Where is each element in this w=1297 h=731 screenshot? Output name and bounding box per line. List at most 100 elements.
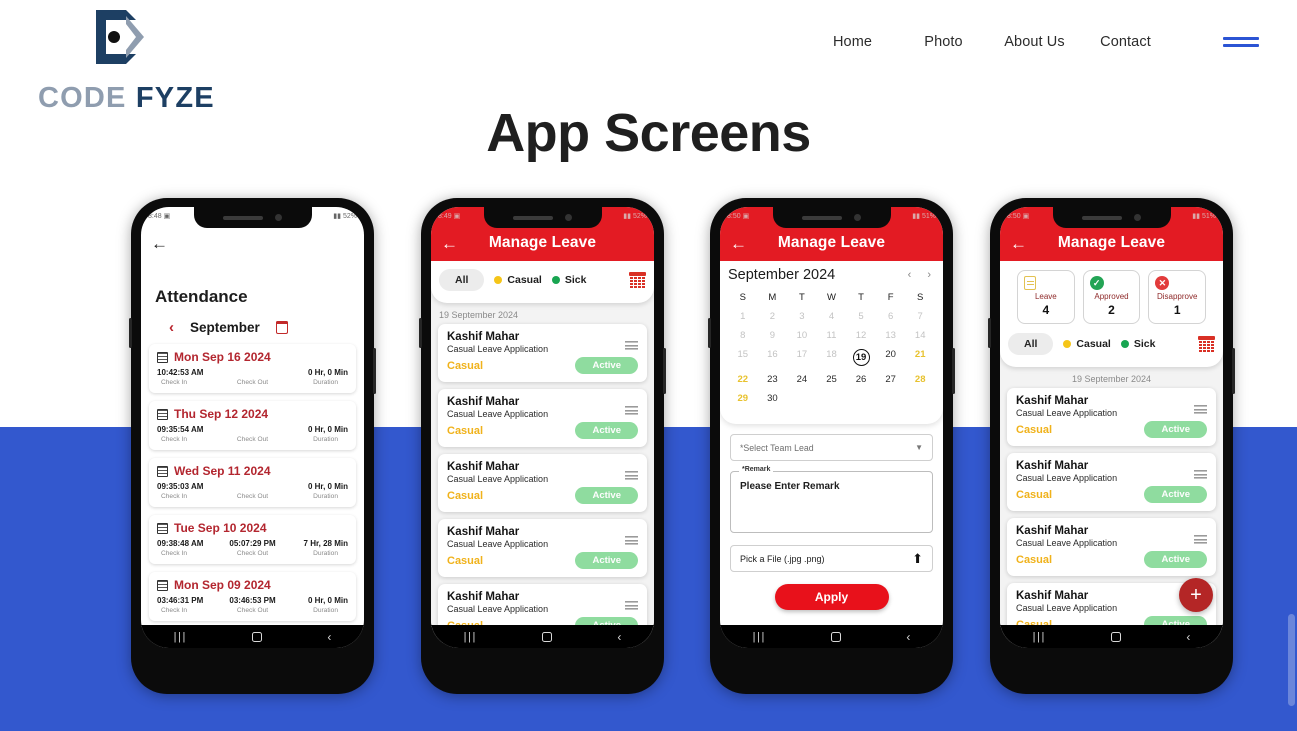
chevron-right-icon[interactable]: › bbox=[927, 269, 931, 281]
home-button[interactable] bbox=[831, 631, 842, 642]
attendance-card[interactable]: Wed Sep 11 2024 09:35:03 AM 0 Hr, 0 Min Che… bbox=[149, 458, 356, 507]
back-button[interactable]: ‹ bbox=[327, 630, 331, 644]
filter-chip-all[interactable]: All bbox=[439, 269, 485, 291]
calendar-day: 6 bbox=[887, 311, 894, 322]
menu-icon[interactable] bbox=[625, 536, 638, 545]
stat-card-approved-value: 2 bbox=[1108, 303, 1115, 317]
calendar-icon[interactable] bbox=[275, 321, 288, 334]
nav-link-about-us[interactable]: About Us bbox=[989, 34, 1080, 50]
menu-icon[interactable] bbox=[625, 601, 638, 610]
leave-card[interactable]: Kashif MaharCasual Leave Application Casu… bbox=[1007, 518, 1216, 576]
checkout-label: Check Out bbox=[236, 379, 269, 386]
leave-card[interactable]: Kashif MaharCasual Leave Application Casu… bbox=[1007, 453, 1216, 511]
file-picker[interactable]: Pick a File (.jpg .png) ⬆ bbox=[730, 545, 933, 572]
menu-icon[interactable] bbox=[625, 406, 638, 415]
team-lead-select[interactable]: *Select Team Lead ▼ bbox=[730, 434, 933, 461]
home-button[interactable] bbox=[542, 631, 553, 642]
status-battery: 52% bbox=[632, 212, 647, 220]
calendar-day[interactable]: 23 bbox=[758, 370, 788, 389]
attendance-card[interactable]: Tue Sep 10 2024 09:38:48 AM 05:07:29 PM 7 H… bbox=[149, 515, 356, 564]
calendar-icon[interactable] bbox=[1198, 336, 1215, 352]
calendar-day[interactable]: 21 bbox=[905, 345, 935, 370]
leave-card[interactable]: Kashif MaharCasual Leave Application Casu… bbox=[438, 324, 647, 382]
app-bar: ← Manage Leave bbox=[431, 225, 654, 261]
calendar-day[interactable]: 29 bbox=[728, 389, 758, 408]
calendar-day[interactable]: 22 bbox=[728, 370, 758, 389]
calendar-month-label: September 2024 bbox=[728, 267, 836, 283]
hamburger-menu-icon[interactable] bbox=[1223, 37, 1259, 47]
nav-link-contact[interactable]: Contact bbox=[1080, 34, 1171, 50]
filter-chip-sick-label: Sick bbox=[1133, 338, 1156, 350]
leave-card-name: Kashif Mahar bbox=[1016, 460, 1089, 472]
month-label: September bbox=[190, 320, 260, 335]
recents-button[interactable]: ||| bbox=[174, 631, 187, 643]
filter-chip-casual[interactable]: Casual bbox=[494, 274, 542, 286]
checkin-value: 09:38:48 AM bbox=[157, 539, 204, 548]
menu-icon[interactable] bbox=[1194, 470, 1207, 479]
calendar-day[interactable]: 24 bbox=[787, 370, 817, 389]
calendar-day[interactable]: 27 bbox=[876, 370, 906, 389]
calendar-day[interactable]: 30 bbox=[758, 389, 788, 408]
remark-field[interactable]: *Remark Please Enter Remark bbox=[730, 466, 933, 533]
calendar-icon[interactable] bbox=[629, 272, 646, 288]
apply-button[interactable]: Apply bbox=[774, 584, 889, 610]
attendance-body: Attendance ‹ September Mon Sep 16 2024 10… bbox=[141, 261, 364, 643]
filter-chip-sick[interactable]: Sick bbox=[1120, 338, 1156, 350]
back-button[interactable]: ‹ bbox=[906, 630, 910, 644]
recents-button[interactable]: ||| bbox=[753, 631, 766, 643]
attendance-card[interactable]: Mon Sep 09 2024 03:46:31 PM 03:46:53 PM 0 H… bbox=[149, 572, 356, 621]
upload-icon: ⬆ bbox=[912, 550, 923, 566]
back-arrow-icon[interactable]: ← bbox=[151, 235, 171, 252]
checkin-value: 09:35:03 AM bbox=[157, 482, 204, 491]
menu-icon[interactable] bbox=[625, 341, 638, 350]
calendar-day[interactable]: 26 bbox=[846, 370, 876, 389]
add-icon[interactable]: + bbox=[1179, 578, 1213, 612]
back-arrow-icon[interactable]: ← bbox=[441, 235, 461, 252]
calendar-day-selected[interactable]: 19 bbox=[846, 345, 876, 370]
leave-card-subtitle: Casual Leave Application bbox=[1016, 473, 1118, 483]
leave-card-type: Casual bbox=[1016, 553, 1053, 566]
app-bar: ← Manage Leave bbox=[720, 225, 943, 261]
calendar-day: 11 bbox=[826, 330, 837, 341]
home-button[interactable] bbox=[1111, 631, 1122, 642]
calendar-day[interactable]: 20 bbox=[876, 345, 906, 370]
nav-link-home[interactable]: Home bbox=[807, 34, 898, 50]
page-scrollbar[interactable] bbox=[1288, 614, 1295, 706]
leave-card[interactable]: Kashif MaharCasual Leave Application Casu… bbox=[1007, 388, 1216, 446]
recents-button[interactable]: ||| bbox=[1033, 631, 1046, 643]
earpiece-speaker bbox=[223, 215, 263, 220]
duration-label: Duration bbox=[313, 436, 338, 443]
back-button[interactable]: ‹ bbox=[1186, 630, 1190, 644]
menu-icon[interactable] bbox=[625, 471, 638, 480]
chevron-left-icon[interactable]: ‹ bbox=[908, 269, 912, 281]
filter-chip-sick[interactable]: Sick bbox=[551, 274, 586, 286]
attendance-labels: Check In Check Out Duration bbox=[157, 607, 348, 614]
attendance-date-label: Tue Sep 10 2024 bbox=[174, 521, 267, 535]
menu-icon[interactable] bbox=[1194, 405, 1207, 414]
codefyze-logo-icon bbox=[92, 8, 148, 66]
filter-chip-casual-label: Casual bbox=[507, 274, 542, 286]
attendance-card[interactable]: Thu Sep 12 2024 09:35:54 AM 0 Hr, 0 Min Che… bbox=[149, 401, 356, 450]
brand-logo[interactable]: CODE FYZE bbox=[20, 8, 250, 115]
menu-icon[interactable] bbox=[1194, 535, 1207, 544]
stat-card-disapprove[interactable]: ✕ Disapprove 1 bbox=[1148, 270, 1207, 324]
chevron-left-icon[interactable]: ‹ bbox=[169, 319, 174, 336]
leave-card[interactable]: Kashif MaharCasual Leave Application Casu… bbox=[438, 389, 647, 447]
attendance-card[interactable]: Mon Sep 16 2024 10:42:53 AM 0 Hr, 0 Min Che… bbox=[149, 344, 356, 393]
home-button[interactable] bbox=[252, 631, 263, 642]
filter-chip-all[interactable]: All bbox=[1008, 333, 1054, 355]
back-arrow-icon[interactable]: ← bbox=[730, 235, 750, 252]
leave-card[interactable]: Kashif MaharCasual Leave Application Casu… bbox=[438, 519, 647, 577]
back-arrow-icon[interactable]: ← bbox=[1010, 235, 1030, 252]
status-battery: 51% bbox=[921, 212, 936, 220]
recents-button[interactable]: ||| bbox=[464, 631, 477, 643]
filter-chip-casual[interactable]: Casual bbox=[1063, 338, 1111, 350]
calendar-day[interactable]: 28 bbox=[905, 370, 935, 389]
leave-card[interactable]: Kashif MaharCasual Leave Application Casu… bbox=[438, 454, 647, 512]
nav-link-photo[interactable]: Photo bbox=[898, 34, 989, 50]
stat-card-leave[interactable]: Leave 4 bbox=[1017, 270, 1075, 324]
back-button[interactable]: ‹ bbox=[617, 630, 621, 644]
calendar-day[interactable]: 25 bbox=[817, 370, 847, 389]
stat-card-approved[interactable]: ✓ Approved 2 bbox=[1082, 270, 1141, 324]
leave-card-subtitle: Casual Leave Application bbox=[447, 474, 549, 484]
